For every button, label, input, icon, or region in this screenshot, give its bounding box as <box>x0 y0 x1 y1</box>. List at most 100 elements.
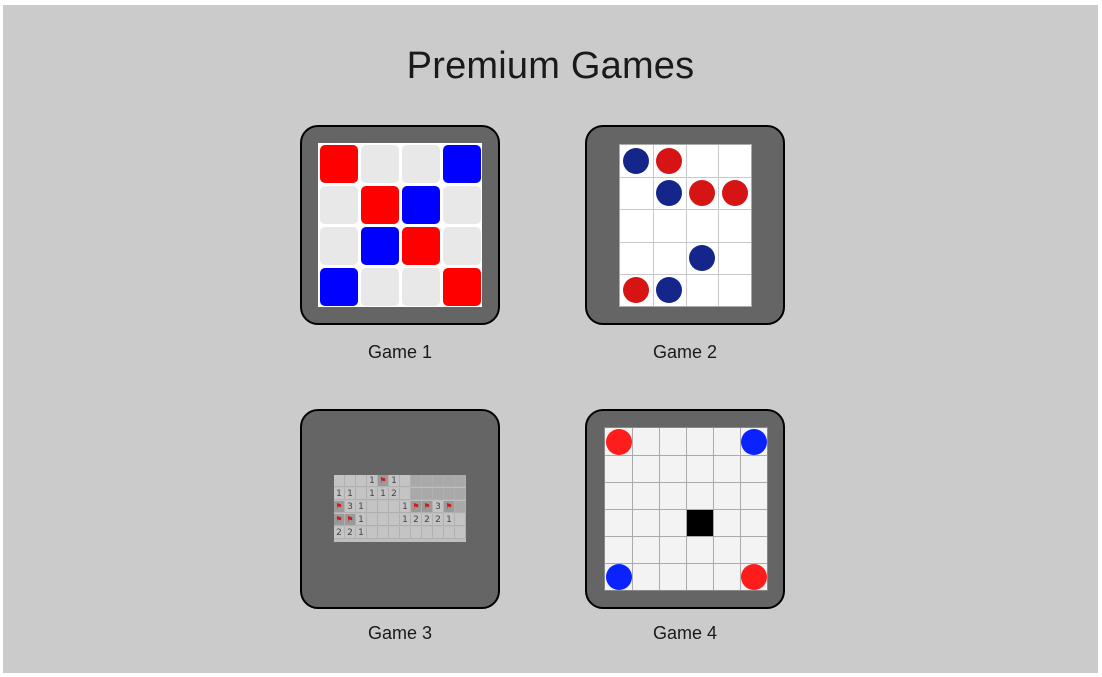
ms-cell <box>411 488 422 500</box>
ms-cell <box>455 514 466 526</box>
ms-cell: 2 <box>334 527 345 539</box>
ms-cell: 2 <box>389 488 400 500</box>
ms-cell <box>444 527 455 539</box>
grid-line <box>620 273 751 275</box>
tile-blue <box>320 268 358 306</box>
ms-cell <box>400 475 411 487</box>
ms-cell <box>400 527 411 539</box>
game-card-2[interactable] <box>585 125 785 325</box>
game-3-thumbnail: 1 ⚑ 1 1 1 1 1 2 ⚑ 3 1 1 ⚑ ⚑ 3 ⚑ ⚑ ⚑ 1 1 2 2 2 1 2 2 1 <box>334 475 466 542</box>
flag-icon: ⚑ <box>378 475 389 487</box>
dot-red <box>623 276 650 303</box>
ms-cell: 1 <box>356 527 367 539</box>
game-card-1[interactable] <box>300 125 500 325</box>
ms-cell <box>367 514 378 526</box>
ms-cell: 1 <box>345 488 356 500</box>
ms-cell <box>389 501 400 513</box>
ms-cell <box>411 527 422 539</box>
ms-cell <box>422 488 433 500</box>
tile-blue <box>443 145 481 183</box>
game-label-1[interactable]: Game 1 <box>300 342 500 363</box>
tile-empty <box>320 227 358 265</box>
ms-cell <box>422 475 433 487</box>
ms-cell <box>444 488 455 500</box>
dot-red <box>656 148 683 175</box>
piece-red <box>740 563 767 590</box>
ms-cell <box>378 527 389 539</box>
flag-icon: ⚑ <box>334 501 345 513</box>
flag-icon: ⚑ <box>334 514 345 526</box>
ms-cell <box>455 527 466 539</box>
ms-cell <box>334 475 345 487</box>
grid-line <box>620 209 751 211</box>
dot-red <box>688 180 715 207</box>
flag-icon: ⚑ <box>345 514 356 526</box>
flag-icon: ⚑ <box>422 501 433 513</box>
ms-cell: 1 <box>367 475 378 487</box>
ms-cell <box>433 527 444 539</box>
ms-cell: 1 <box>356 501 367 513</box>
ms-cell <box>411 475 422 487</box>
ms-cell <box>389 527 400 539</box>
ms-cell <box>356 488 367 500</box>
flag-icon: ⚑ <box>411 501 422 513</box>
ms-cell <box>389 514 400 526</box>
ms-cell <box>345 475 356 487</box>
ms-cell: 2 <box>411 514 422 526</box>
piece-red <box>605 428 632 455</box>
tile-red <box>320 145 358 183</box>
ms-cell <box>356 475 367 487</box>
game-label-4[interactable]: Game 4 <box>585 623 785 644</box>
ms-cell: 1 <box>356 514 367 526</box>
tile-empty <box>361 268 399 306</box>
ms-cell <box>433 475 444 487</box>
ms-cell <box>455 501 466 513</box>
dot-navy <box>623 148 650 175</box>
game-card-3[interactable]: 1 ⚑ 1 1 1 1 1 2 ⚑ 3 1 1 ⚑ ⚑ 3 ⚑ ⚑ ⚑ 1 1 2 2 2 1 2 2 1 <box>300 409 500 609</box>
tile-blue <box>402 186 440 224</box>
dot-navy <box>688 244 715 271</box>
ms-cell: 2 <box>345 527 356 539</box>
ms-cell: 2 <box>433 514 444 526</box>
grid-line <box>718 145 720 306</box>
ms-cell: 1 <box>334 488 345 500</box>
grid-line <box>652 145 654 306</box>
piece-blue <box>605 563 632 590</box>
ms-cell <box>455 488 466 500</box>
ms-cell <box>367 501 378 513</box>
game-2-thumbnail <box>619 144 752 307</box>
tile-empty <box>443 227 481 265</box>
ms-cell: 3 <box>345 501 356 513</box>
game-label-3[interactable]: Game 3 <box>300 623 500 644</box>
grid-line <box>605 536 767 537</box>
tile-empty <box>402 145 440 183</box>
grid-line <box>685 145 687 306</box>
flag-icon: ⚑ <box>444 501 455 513</box>
grid-line <box>605 455 767 456</box>
tile-empty <box>402 268 440 306</box>
grid-line <box>620 241 751 243</box>
game-1-thumbnail <box>318 143 482 307</box>
dot-navy <box>656 276 683 303</box>
dot-navy <box>656 180 683 207</box>
ms-cell: 1 <box>400 514 411 526</box>
ms-cell: 2 <box>422 514 433 526</box>
game-label-2[interactable]: Game 2 <box>585 342 785 363</box>
tile-empty <box>443 186 481 224</box>
tile-blue <box>361 227 399 265</box>
ms-cell: 1 <box>378 488 389 500</box>
ms-cell: 1 <box>389 475 400 487</box>
tile-red <box>402 227 440 265</box>
ms-cell <box>378 501 389 513</box>
ms-cell: 1 <box>400 501 411 513</box>
ms-cell: 1 <box>444 514 455 526</box>
game-card-4[interactable] <box>585 409 785 609</box>
grid-line <box>605 482 767 483</box>
ms-cell: 3 <box>433 501 444 513</box>
tile-red <box>361 186 399 224</box>
tile-red <box>443 268 481 306</box>
blocked-cell <box>687 510 713 536</box>
ms-cell <box>367 527 378 539</box>
ms-cell <box>400 488 411 500</box>
tile-empty <box>320 186 358 224</box>
